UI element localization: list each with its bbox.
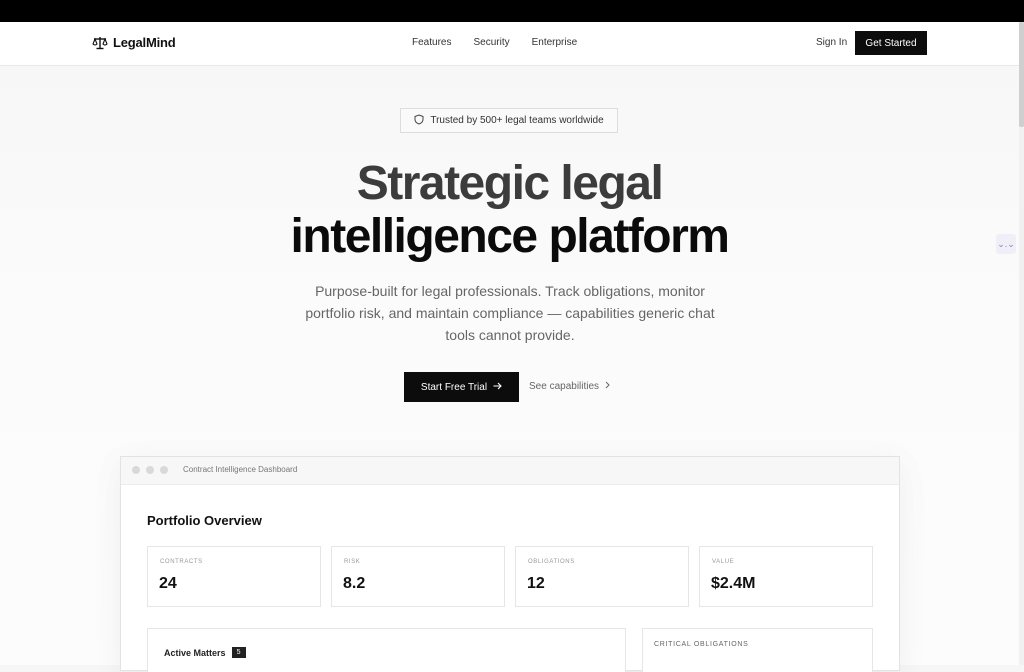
metric-label: VALUE bbox=[712, 559, 735, 565]
arrow-right-icon bbox=[493, 382, 502, 393]
active-matters-header: Active Matters 5 bbox=[164, 647, 246, 658]
see-capabilities-label: See capabilities bbox=[529, 381, 600, 392]
metric-card-risk: RISK 8.2 bbox=[331, 546, 505, 607]
navbar: LegalMind Features Security Enterprise S… bbox=[0, 22, 1019, 66]
metric-label: RISK bbox=[344, 559, 361, 565]
brand-name: LegalMind bbox=[113, 35, 176, 50]
get-started-button[interactable]: Get Started bbox=[855, 31, 927, 55]
scales-icon bbox=[92, 36, 108, 50]
window-dot-minimize bbox=[146, 466, 154, 474]
start-free-trial-button[interactable]: Start Free Trial bbox=[404, 372, 519, 402]
nav-link-security[interactable]: Security bbox=[473, 37, 509, 48]
metric-card-value: VALUE $2.4M bbox=[699, 546, 873, 607]
metric-value: 24 bbox=[159, 575, 177, 592]
metric-label: CONTRACTS bbox=[160, 559, 203, 565]
critical-obligations-panel: CRITICAL OBLIGATIONS bbox=[642, 628, 873, 672]
window-dot-close bbox=[132, 466, 140, 474]
nav-link-features[interactable]: Features bbox=[412, 37, 451, 48]
chevron-right-icon bbox=[605, 381, 610, 392]
scrollbar-thumb[interactable] bbox=[1019, 22, 1024, 127]
hero-subheadline: Purpose-built for legal professionals. T… bbox=[305, 283, 715, 343]
nav-links: Features Security Enterprise bbox=[412, 37, 577, 48]
headline-line-1: Strategic legal bbox=[356, 157, 664, 210]
metric-card-obligations: OBLIGATIONS 12 bbox=[515, 546, 689, 607]
metric-card-contracts: CONTRACTS 24 bbox=[147, 546, 321, 607]
see-capabilities-link[interactable]: See capabilities bbox=[529, 381, 610, 392]
window-title: Contract Intelligence Dashboard bbox=[183, 465, 298, 474]
start-free-trial-label: Start Free Trial bbox=[420, 381, 488, 393]
nav-link-enterprise[interactable]: Enterprise bbox=[532, 37, 578, 48]
metric-label: OBLIGATIONS bbox=[528, 559, 575, 565]
window-title-bar: Contract Intelligence Dashboard bbox=[121, 457, 899, 485]
floating-widget-icon[interactable]: ⌄.⌄ bbox=[996, 234, 1016, 254]
active-matters-count-badge: 5 bbox=[231, 647, 246, 658]
metric-value: $2.4M bbox=[711, 575, 756, 592]
active-matters-label: Active Matters bbox=[164, 647, 226, 658]
shield-icon bbox=[414, 113, 424, 128]
metric-value: 8.2 bbox=[343, 575, 366, 592]
metric-value: 12 bbox=[527, 575, 545, 592]
window-dot-maximize bbox=[160, 466, 168, 474]
portfolio-title: Portfolio Overview bbox=[147, 513, 262, 528]
headline-line-2: intelligence platform bbox=[290, 210, 730, 263]
trust-badge: Trusted by 500+ legal teams worldwide bbox=[400, 108, 618, 133]
critical-obligations-label: CRITICAL OBLIGATIONS bbox=[654, 641, 749, 648]
active-matters-panel: Active Matters 5 bbox=[147, 628, 626, 672]
trust-badge-text: Trusted by 500+ legal teams worldwide bbox=[430, 115, 604, 126]
top-black-bar bbox=[0, 0, 1024, 22]
dashboard-preview: Contract Intelligence Dashboard Portfoli… bbox=[120, 456, 900, 672]
brand-logo[interactable]: LegalMind bbox=[92, 35, 176, 50]
sign-in-link[interactable]: Sign In bbox=[816, 37, 847, 48]
